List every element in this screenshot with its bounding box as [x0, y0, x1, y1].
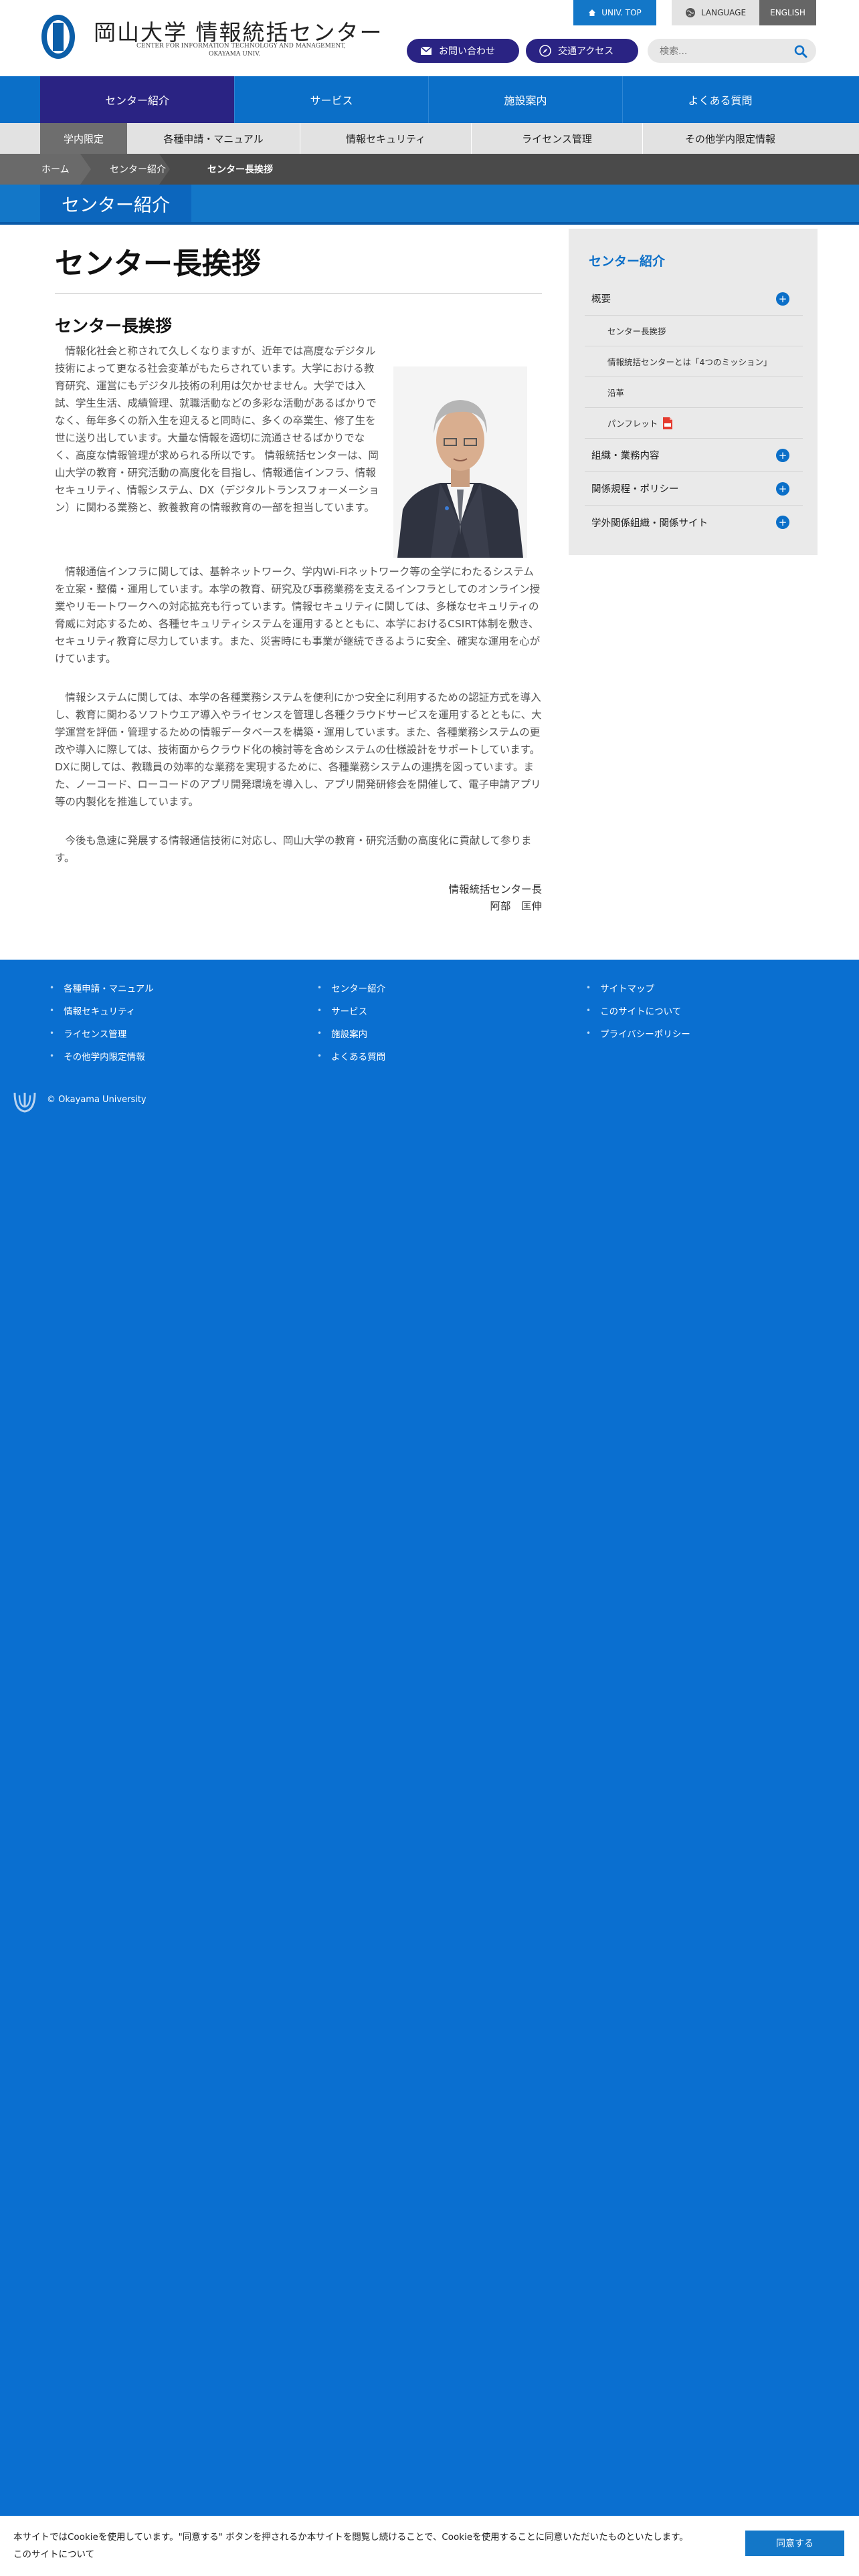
contact-label: お問い合わせ	[439, 46, 495, 57]
access-label: 交通アクセス	[558, 46, 614, 57]
sidebar: センター紹介 概要 + センター長挨拶 情報統括センターとは「4つのミッション」…	[569, 229, 818, 555]
search-input[interactable]	[658, 43, 788, 60]
signature-title: 情報統括センター長	[448, 883, 542, 895]
subnav-other[interactable]: その他学内限定情報	[642, 123, 818, 154]
sidebar-item-label: 関係規程・ポリシー	[591, 484, 679, 495]
greeting-paragraph-3: 情報システムに関しては、本学の各種業務システムを便利にかつ安全に利用するための認…	[55, 691, 542, 808]
footer-link[interactable]: 施設案内	[317, 1022, 385, 1045]
expand-plus-icon[interactable]: +	[776, 516, 789, 529]
globe-icon	[685, 8, 695, 17]
expand-plus-icon[interactable]: +	[776, 448, 789, 462]
language-label-box: LANGUAGE	[672, 0, 759, 25]
sidebar-item-missions[interactable]: 情報統括センターとは「4つのミッション」	[585, 346, 803, 377]
greeting-paragraph-2: 情報通信インフラに関しては、基幹ネットワーク、学内Wi-Fiネットワーク等の全学…	[55, 566, 541, 665]
nav-faq[interactable]: よくある質問	[622, 76, 818, 123]
greeting-paragraph-1: 情報化社会と称されて久しくなりますが、近年では高度なデジタル技術によって更なる社…	[55, 345, 379, 514]
site-subtitle-en-2: OKAYAMA UNIV.	[209, 51, 260, 58]
sidebar-item-regulations[interactable]: 関係規程・ポリシー +	[585, 472, 803, 506]
breadcrumb-center-intro[interactable]: センター紹介	[110, 154, 166, 185]
sidebar-item-label: パンフレット	[607, 419, 658, 429]
sidebar-menu: 概要 + センター長挨拶 情報統括センターとは「4つのミッション」 沿革 パンフ…	[585, 282, 803, 539]
sidebar-item-label: 情報統括センターとは「4つのミッション」	[607, 357, 772, 367]
copyright: © Okayama University	[47, 1095, 147, 1105]
sidebar-item-external[interactable]: 学外関係組織・関係サイト +	[585, 506, 803, 539]
signature-name: 阿部 匡伸	[490, 900, 542, 912]
univ-top-link[interactable]: UNIV. TOP	[573, 0, 656, 25]
sidebar-item-label: 組織・業務内容	[591, 451, 660, 461]
sidebar-item-pamphlet[interactable]: パンフレット	[585, 408, 803, 439]
section-heading: センター長挨拶	[55, 316, 173, 336]
cookie-banner: 本サイトではCookieを使用しています。"同意する" ボタンを押されるか本サイ…	[0, 2516, 859, 2576]
sidebar-title: センター紹介	[589, 254, 666, 269]
director-portrait	[393, 366, 527, 558]
mail-icon	[420, 46, 432, 55]
breadcrumb-current: センター長挨拶	[207, 165, 273, 175]
footer-link[interactable]: 情報セキュリティ	[50, 999, 154, 1022]
access-button[interactable]: 交通アクセス	[526, 39, 638, 63]
footer-link[interactable]: サービス	[317, 999, 385, 1022]
contact-button[interactable]: お問い合わせ	[407, 39, 519, 63]
cookie-notice-text: 本サイトではCookieを使用しています。"同意する" ボタンを押されるか本サイ…	[13, 2532, 688, 2543]
subnav-license[interactable]: ライセンス管理	[471, 123, 642, 154]
footer-link[interactable]: センター紹介	[317, 976, 385, 999]
footer-link[interactable]: その他学内限定情報	[50, 1045, 154, 1067]
footer-link[interactable]: プライバシーポリシー	[586, 1022, 690, 1045]
campus-only-label: 学内限定	[40, 123, 127, 154]
compass-icon	[539, 45, 551, 57]
search-box	[648, 39, 816, 63]
footer-links-campus: 各種申請・マニュアル 情報セキュリティ ライセンス管理 その他学内限定情報	[50, 976, 154, 1067]
footer-link[interactable]: ライセンス管理	[50, 1022, 154, 1045]
home-icon	[589, 9, 596, 16]
univ-top-label: UNIV. TOP	[601, 8, 642, 17]
okayama-logo-icon	[41, 15, 75, 59]
expand-plus-icon[interactable]: +	[776, 481, 789, 496]
breadcrumb-home[interactable]: ホーム	[41, 154, 70, 185]
sidebar-item-label: センター長挨拶	[607, 326, 666, 336]
sidebar-item-label: 学外関係組織・関係サイト	[591, 518, 708, 529]
nav-facilities[interactable]: 施設案内	[428, 76, 622, 123]
footer-links-main: センター紹介 サービス 施設案内 よくある質問	[317, 976, 385, 1067]
sidebar-item-greeting[interactable]: センター長挨拶	[585, 316, 803, 346]
footer-link[interactable]: サイトマップ	[586, 976, 690, 999]
site-subtitle-en: CENTER FOR INFORMATION TECHNOLOGY AND MA…	[136, 43, 346, 49]
greeting-paragraph-4: 今後も急速に発展する情報通信技術に対応し、岡山大学の教育・研究活動の高度化に貢献…	[55, 835, 532, 864]
english-link[interactable]: ENGLISH	[759, 0, 816, 25]
cookie-accept-button[interactable]: 同意する	[745, 2531, 844, 2556]
site-title[interactable]: 岡山大学 情報統括センター	[94, 15, 383, 47]
footer-link[interactable]: よくある質問	[317, 1045, 385, 1067]
language-label: LANGUAGE	[700, 8, 747, 17]
sidebar-item-label: 概要	[591, 294, 611, 305]
pdf-icon	[663, 417, 673, 429]
page-title: センター長挨拶	[55, 247, 261, 281]
sidebar-item-organization[interactable]: 組織・業務内容 +	[585, 439, 803, 472]
title-divider	[55, 293, 542, 294]
main-nav: センター紹介 サービス 施設案内 よくある質問	[0, 76, 859, 123]
footer-link[interactable]: 各種申請・マニュアル	[50, 976, 154, 999]
nav-center-intro[interactable]: センター紹介	[40, 76, 234, 123]
search-icon[interactable]	[793, 44, 808, 59]
sidebar-item-overview[interactable]: 概要 +	[585, 282, 803, 316]
sidebar-item-history[interactable]: 沿革	[585, 377, 803, 408]
nav-services[interactable]: サービス	[234, 76, 428, 123]
okayama-univ-footer-logo-icon	[13, 1092, 36, 1113]
breadcrumb: ホーム センター紹介 センター長挨拶	[0, 154, 859, 185]
section-title: センター紹介	[40, 185, 191, 222]
campus-only-nav: 学内限定 各種申請・マニュアル 情報セキュリティ ライセンス管理 その他学内限定…	[0, 123, 859, 154]
subnav-applications[interactable]: 各種申請・マニュアル	[127, 123, 300, 154]
subnav-security[interactable]: 情報セキュリティ	[300, 123, 471, 154]
sidebar-item-label: 沿革	[607, 388, 625, 398]
footer-links-site: サイトマップ このサイトについて プライバシーポリシー	[586, 976, 690, 1045]
expand-plus-icon[interactable]: +	[776, 292, 789, 306]
cookie-about-link[interactable]: このサイトについて	[13, 2547, 94, 2560]
section-band: センター紹介	[0, 185, 859, 225]
footer-link[interactable]: このサイトについて	[586, 999, 690, 1022]
